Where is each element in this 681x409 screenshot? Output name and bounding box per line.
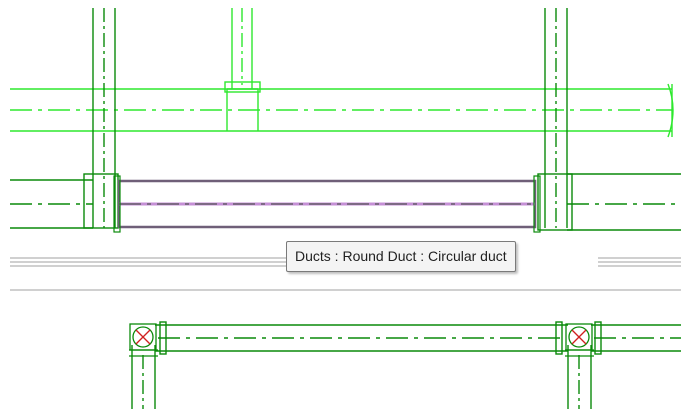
lower-horizontal-duct[interactable]: [155, 321, 681, 355]
bright-vertical-duct[interactable]: [224, 8, 261, 93]
elbow-right[interactable]: [565, 323, 594, 357]
element-tooltip: Ducts : Round Duct : Circular duct: [286, 241, 516, 272]
elbow-left[interactable]: [129, 323, 158, 357]
bright-horizontal-duct[interactable]: [10, 83, 674, 138]
selected-round-duct[interactable]: [113, 175, 541, 233]
drawing-canvas[interactable]: [0, 0, 681, 409]
